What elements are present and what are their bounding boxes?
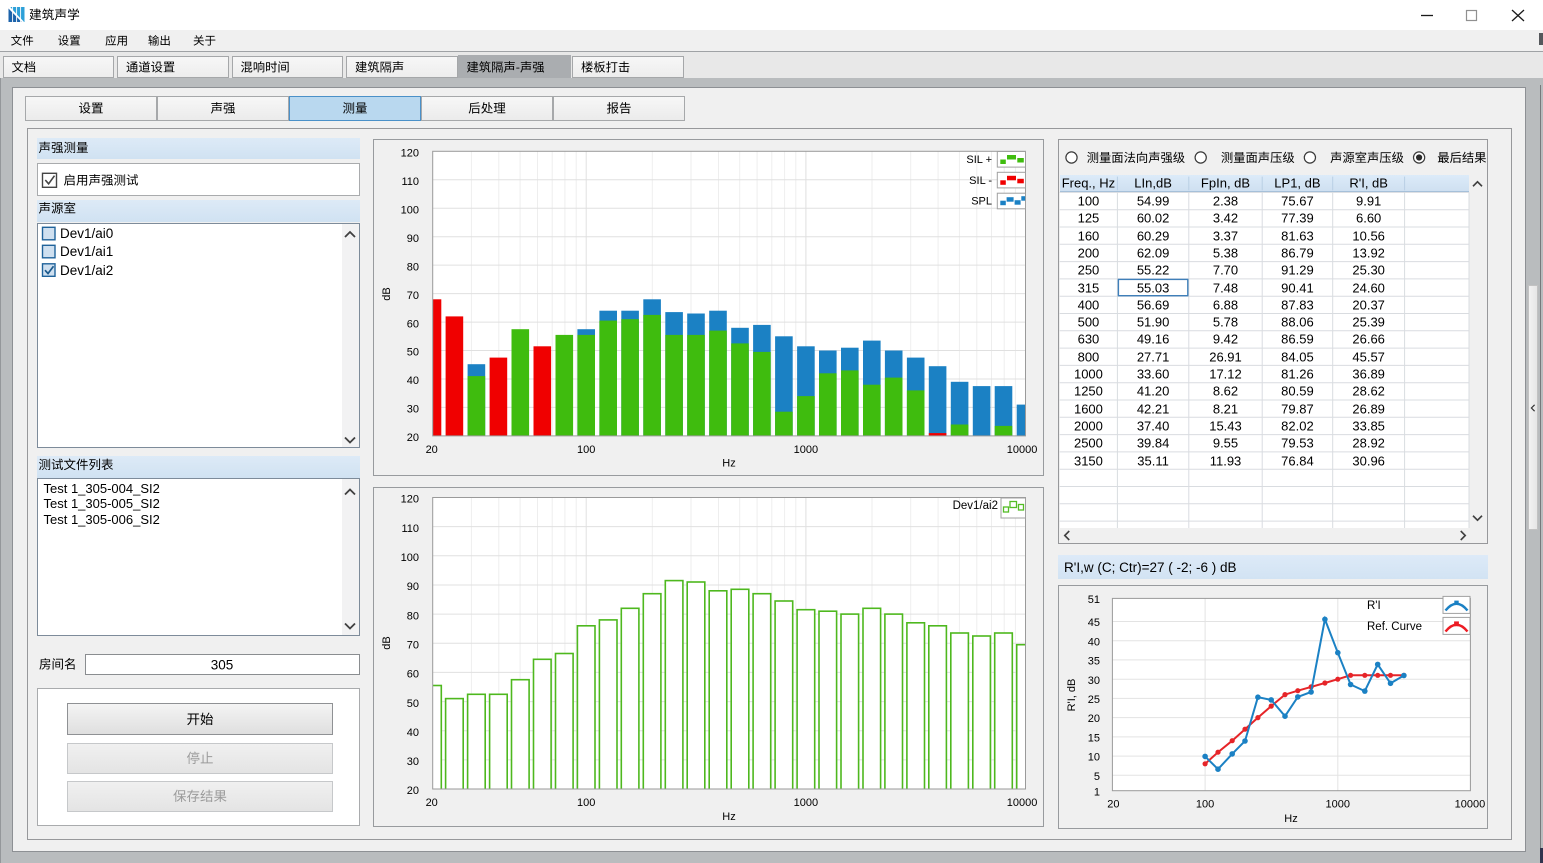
svg-text:20: 20 — [426, 444, 438, 456]
svg-text:90: 90 — [407, 581, 419, 593]
svg-text:50: 50 — [407, 347, 419, 359]
svg-text:1: 1 — [1094, 786, 1100, 798]
svg-text:100: 100 — [401, 552, 419, 564]
svg-text:1000: 1000 — [794, 444, 818, 456]
svg-text:80: 80 — [407, 261, 419, 273]
svg-text:51: 51 — [1088, 594, 1100, 606]
svg-text:Hz: Hz — [722, 458, 735, 470]
svg-text:20: 20 — [1088, 713, 1100, 725]
svg-text:20: 20 — [1107, 799, 1119, 811]
svg-text:40: 40 — [407, 375, 419, 387]
svg-text:Hz: Hz — [722, 811, 735, 823]
svg-text:SIL +: SIL + — [966, 154, 992, 166]
svg-text:30: 30 — [407, 756, 419, 768]
svg-text:80: 80 — [407, 610, 419, 622]
svg-text:30: 30 — [1088, 675, 1100, 687]
svg-text:dB: dB — [381, 636, 393, 649]
svg-text:15: 15 — [1088, 733, 1100, 745]
svg-text:Ref. Curve: Ref. Curve — [1367, 621, 1422, 633]
svg-text:Dev1/ai2: Dev1/ai2 — [953, 500, 998, 512]
svg-text:25: 25 — [1088, 694, 1100, 706]
svg-text:R'I, dB: R'I, dB — [1066, 679, 1078, 712]
svg-text:20: 20 — [407, 785, 419, 797]
svg-text:1000: 1000 — [1326, 799, 1350, 811]
svg-text:Hz: Hz — [1284, 813, 1297, 825]
svg-text:40: 40 — [407, 727, 419, 739]
svg-text:35: 35 — [1088, 656, 1100, 668]
svg-text:90: 90 — [407, 233, 419, 245]
svg-text:20: 20 — [407, 432, 419, 444]
svg-text:5: 5 — [1094, 771, 1100, 783]
svg-text:110: 110 — [401, 176, 419, 188]
svg-text:10: 10 — [1088, 752, 1100, 764]
svg-text:10000: 10000 — [1455, 799, 1486, 811]
svg-text:1000: 1000 — [794, 797, 818, 809]
svg-text:120: 120 — [401, 148, 419, 160]
svg-text:R'I: R'I — [1367, 600, 1381, 612]
svg-text:100: 100 — [577, 444, 595, 456]
svg-text:60: 60 — [407, 669, 419, 681]
svg-text:10000: 10000 — [1007, 797, 1038, 809]
svg-text:40: 40 — [1088, 636, 1100, 648]
svg-text:60: 60 — [407, 318, 419, 330]
svg-text:120: 120 — [401, 494, 419, 506]
svg-text:30: 30 — [407, 404, 419, 416]
svg-text:100: 100 — [1196, 799, 1214, 811]
svg-text:45: 45 — [1088, 617, 1100, 629]
svg-text:100: 100 — [401, 204, 419, 216]
svg-text:110: 110 — [401, 523, 419, 535]
svg-text:50: 50 — [407, 698, 419, 710]
svg-text:70: 70 — [407, 290, 419, 302]
svg-text:SIL -: SIL - — [969, 175, 992, 187]
svg-text:SPL: SPL — [971, 196, 992, 208]
svg-text:100: 100 — [577, 797, 595, 809]
svg-text:70: 70 — [407, 639, 419, 651]
svg-text:20: 20 — [426, 797, 438, 809]
svg-text:dB: dB — [381, 287, 393, 300]
svg-text:10000: 10000 — [1007, 444, 1038, 456]
